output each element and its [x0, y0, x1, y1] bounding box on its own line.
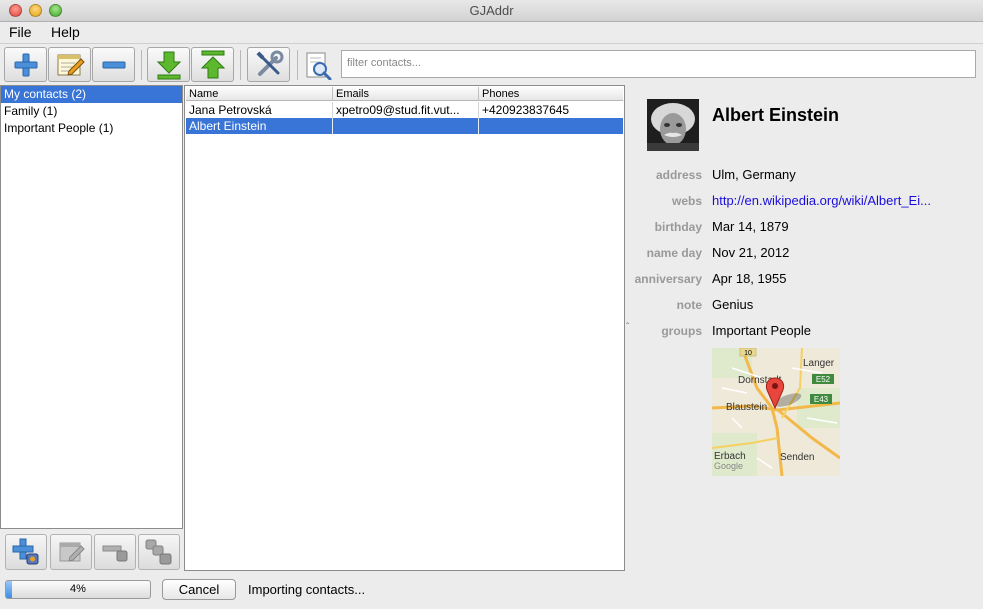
field-label-birthday: birthday [654, 220, 702, 234]
map-label-blaustein: Blaustein [726, 402, 767, 413]
edit-contact-icon [57, 54, 85, 76]
cell-name: Jana Petrovská [186, 102, 333, 118]
menu-file[interactable]: File [9, 24, 32, 40]
field-value-webs[interactable]: http://en.wikipedia.org/wiki/Albert_Ei..… [712, 193, 977, 208]
search-icon [304, 52, 332, 83]
map-label-langer: Langer [803, 358, 835, 369]
cell-phones: +420923837645 [482, 103, 570, 117]
import-icon [156, 51, 181, 79]
cell-emails: xpetro09@stud.fit.vut... [333, 102, 479, 118]
import-button[interactable] [147, 47, 190, 82]
remove-contact-icon [102, 61, 125, 68]
group-item-my-contacts[interactable]: My contacts (2) [1, 86, 182, 103]
title-bar: GJAddr [0, 0, 983, 22]
cell-phones [479, 118, 623, 134]
add-contact-button[interactable] [4, 47, 47, 82]
field-value-birthday: Mar 14, 1879 [712, 219, 789, 234]
location-map[interactable]: 10 Langer Dornstadt E52 E43 Blaustein Er… [712, 348, 840, 476]
cell-name: Albert Einstein [186, 118, 333, 134]
map-label-road-10: 10 [744, 350, 752, 357]
contacts-table: Name Emails Phones Jana Petrovská xpetro… [184, 85, 625, 571]
merge-groups-icon [145, 539, 172, 565]
export-button[interactable] [191, 47, 234, 82]
toolbar-separator [141, 50, 142, 80]
remove-contact-button[interactable] [92, 47, 135, 82]
settings-button[interactable] [247, 47, 290, 82]
edit-contact-button[interactable] [48, 47, 91, 82]
toolbar-separator [297, 50, 298, 80]
field-label-name-day: name day [646, 246, 702, 260]
cancel-button[interactable]: Cancel [162, 579, 236, 600]
add-group-icon [12, 538, 39, 565]
map-label-e52: E52 [816, 375, 831, 384]
field-value-anniversary: Apr 18, 1955 [712, 271, 787, 286]
group-toolbar [0, 532, 183, 570]
export-icon [200, 50, 225, 78]
field-value-name-day: Nov 21, 2012 [712, 245, 790, 260]
column-header-phones[interactable]: Phones [479, 87, 623, 101]
window-title: GJAddr [469, 3, 514, 18]
import-progress-bar: 4% [5, 580, 151, 599]
add-group-button[interactable] [5, 534, 47, 570]
field-value-groups: Important People [712, 323, 812, 338]
status-message: Importing contacts... [248, 582, 366, 597]
toolbar-separator [240, 50, 241, 80]
contact-detail-panel: Albert Einstein address Ulm, Germany web… [626, 85, 983, 571]
remove-group-icon [102, 545, 128, 562]
remove-group-button[interactable] [94, 534, 136, 570]
field-label-anniversary: anniversary [634, 272, 702, 286]
contact-name: Albert Einstein [712, 105, 840, 125]
map-label-google: Google [714, 461, 743, 471]
column-header-name[interactable]: Name [186, 87, 333, 101]
cell-emails [333, 118, 479, 134]
edit-group-icon [59, 542, 85, 562]
merge-groups-button[interactable] [138, 534, 180, 570]
group-item-important-people[interactable]: Important People (1) [1, 120, 182, 137]
table-row[interactable]: Albert Einstein [186, 118, 623, 134]
field-value-address: Ulm, Germany [712, 167, 796, 182]
map-label-e43: E43 [814, 395, 829, 404]
toolbar: filter contacts... [0, 43, 983, 85]
progress-text: 4% [70, 583, 86, 595]
menu-bar: File Help [0, 22, 983, 43]
field-label-webs: webs [671, 194, 702, 208]
edit-group-button[interactable] [50, 534, 92, 570]
table-row[interactable]: Jana Petrovská xpetro09@stud.fit.vut... … [186, 102, 623, 118]
table-header: Name Emails Phones [186, 87, 623, 101]
group-item-family[interactable]: Family (1) [1, 103, 182, 120]
settings-icon [255, 50, 283, 76]
field-value-note: Genius [712, 297, 754, 312]
groups-list: My contacts (2) Family (1) Important Peo… [0, 85, 183, 529]
status-bar: 4% Cancel Importing contacts... [0, 576, 983, 609]
map-label-senden: Senden [780, 452, 814, 463]
field-label-note: note [676, 298, 702, 312]
menu-help[interactable]: Help [51, 24, 80, 40]
add-contact-icon [14, 53, 37, 76]
column-header-emails[interactable]: Emails [333, 87, 479, 101]
field-label-groups: groups [661, 324, 702, 338]
contact-photo [647, 99, 699, 151]
filter-contacts-input[interactable]: filter contacts... [341, 50, 976, 78]
field-label-address: address [655, 168, 702, 182]
